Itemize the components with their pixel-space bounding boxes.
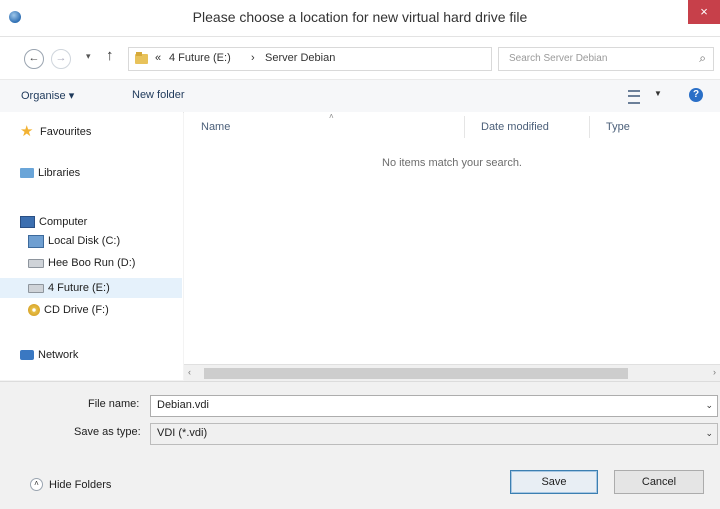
organise-button[interactable]: Organise ▾ xyxy=(21,89,74,102)
column-divider[interactable] xyxy=(589,116,590,138)
save-type-value: VDI (*.vdi) xyxy=(157,427,208,439)
save-button[interactable]: Save xyxy=(510,470,598,494)
column-divider[interactable] xyxy=(464,116,465,138)
empty-message: No items match your search. xyxy=(382,157,522,169)
computer-icon xyxy=(20,216,35,228)
column-header-name[interactable]: Name xyxy=(201,121,230,133)
save-type-dropdown[interactable]: ⌄ xyxy=(705,428,713,439)
address-bar[interactable]: « 4 Future (E:) › Server Debian ⌄ ↻ xyxy=(128,47,603,71)
sidebar-item-drive-d[interactable]: Hee Boo Run (D:) xyxy=(28,254,135,272)
search-placeholder: Search Server Debian xyxy=(509,53,608,64)
cancel-button[interactable]: Cancel xyxy=(614,470,704,494)
sidebar-item-label: Local Disk (C:) xyxy=(48,235,121,247)
sidebar-item-label: Hee Boo Run (D:) xyxy=(48,257,136,269)
sidebar-item-drive-c[interactable]: Local Disk (C:) xyxy=(28,232,120,250)
sidebar-item-label: Favourites xyxy=(40,126,92,138)
breadcrumb-separator: › xyxy=(251,52,255,64)
file-name-field[interactable]: Debian.vdi ⌄ xyxy=(150,395,718,417)
save-type-select[interactable]: VDI (*.vdi) ⌄ xyxy=(150,423,718,445)
command-bar: Organise ▾ New folder ▼ ? xyxy=(0,79,720,113)
sidebar-item-label: Computer xyxy=(39,216,88,228)
folder-icon xyxy=(135,52,148,64)
sidebar-item-network[interactable]: Network xyxy=(20,346,78,364)
window-title: Please choose a location for new virtual… xyxy=(192,9,528,25)
hide-folders-button[interactable]: ˄ Hide Folders xyxy=(30,478,111,491)
sidebar-item-computer[interactable]: Computer xyxy=(20,213,87,231)
save-type-label: Save as type: xyxy=(74,426,141,438)
scroll-right-arrow[interactable]: › xyxy=(713,367,716,377)
help-icon[interactable]: ? xyxy=(689,88,703,102)
file-name-value: Debian.vdi xyxy=(157,399,209,411)
scroll-thumb[interactable] xyxy=(204,368,628,379)
search-icon[interactable]: ⌕ xyxy=(699,51,706,66)
column-header-date-modified[interactable]: Date modified xyxy=(481,121,549,133)
collapse-icon: ˄ xyxy=(30,478,43,491)
save-dialog: Please choose a location for new virtual… xyxy=(0,0,720,509)
view-options-dropdown[interactable]: ▼ xyxy=(654,89,662,98)
sort-ascending-icon: ˄ xyxy=(329,112,334,121)
file-name-dropdown[interactable]: ⌄ xyxy=(705,400,713,411)
file-list: ˄ Name Date modified Type No items match… xyxy=(184,112,720,380)
network-icon xyxy=(20,350,34,360)
breadcrumb-overflow[interactable]: « xyxy=(155,52,161,64)
up-button[interactable]: ↑ xyxy=(106,47,114,64)
search-input[interactable]: Search Server Debian ⌕ xyxy=(498,47,714,71)
new-folder-button[interactable]: New folder xyxy=(132,89,185,101)
cd-drive-icon xyxy=(28,304,40,316)
system-drive-icon xyxy=(28,234,44,248)
column-header-type[interactable]: Type xyxy=(606,121,630,133)
sidebar-item-label: 4 Future (E:) xyxy=(48,282,110,294)
title-bar: Please choose a location for new virtual… xyxy=(0,0,720,37)
star-icon: ★ xyxy=(20,123,34,140)
back-button[interactable]: ← xyxy=(24,49,44,69)
sidebar-item-label: Network xyxy=(38,349,79,361)
close-button[interactable]: × xyxy=(688,0,720,24)
hide-folders-label: Hide Folders xyxy=(49,478,112,491)
sidebar-item-label: Libraries xyxy=(38,167,81,179)
view-options-icon[interactable] xyxy=(628,90,640,104)
recent-locations-dropdown[interactable]: ▾ xyxy=(86,51,91,62)
libraries-icon xyxy=(20,168,34,178)
sidebar-item-label: CD Drive (F:) xyxy=(44,304,109,316)
drive-icon xyxy=(28,283,44,293)
file-name-label: File name: xyxy=(88,398,140,410)
drive-icon xyxy=(28,258,44,268)
breadcrumb-server-debian[interactable]: Server Debian xyxy=(265,52,335,64)
horizontal-scrollbar[interactable]: ‹ › xyxy=(184,364,720,382)
navigation-pane: ★ Favourites Libraries Computer Local Di… xyxy=(0,112,183,380)
sidebar-item-drive-f[interactable]: CD Drive (F:) xyxy=(28,301,109,319)
scroll-left-arrow[interactable]: ‹ xyxy=(188,367,191,377)
save-form: File name: Debian.vdi ⌄ Save as type: VD… xyxy=(0,381,720,509)
sidebar-item-drive-e[interactable]: 4 Future (E:) xyxy=(28,279,110,297)
sidebar-item-libraries[interactable]: Libraries xyxy=(20,164,80,182)
breadcrumb-drive-e[interactable]: 4 Future (E:) xyxy=(169,52,231,64)
forward-button[interactable]: → xyxy=(51,49,71,69)
address-row: ← → ▾ ↑ « 4 Future (E:) › Server Debian … xyxy=(0,37,720,79)
sidebar-item-favourites[interactable]: ★ Favourites xyxy=(20,123,91,141)
